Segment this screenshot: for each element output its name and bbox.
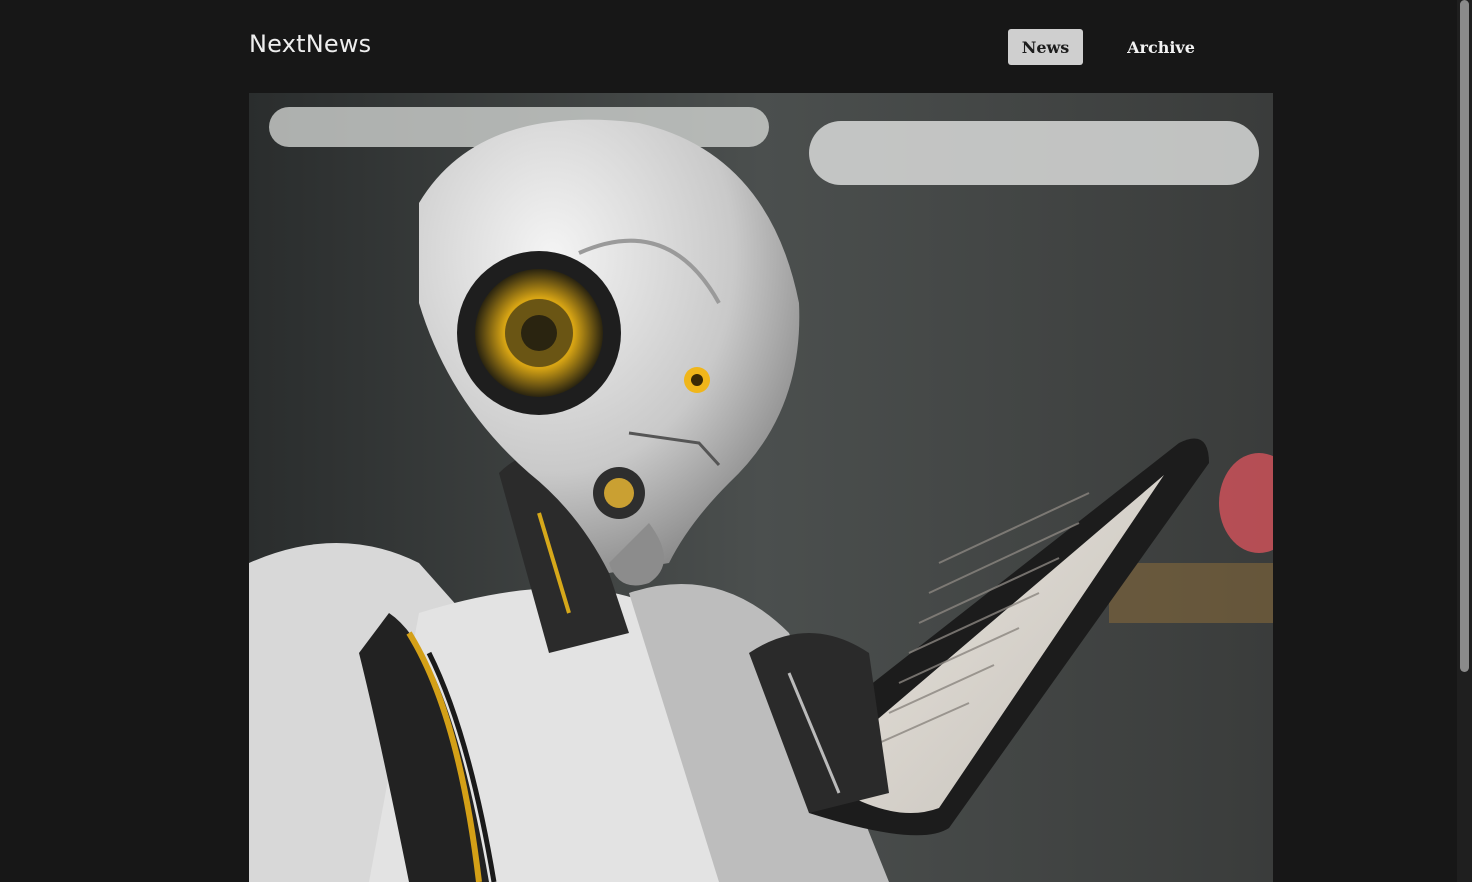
site-logo-text[interactable]: NextNews xyxy=(249,30,371,58)
hero-image xyxy=(249,93,1273,882)
site-header: NextNews News Archive xyxy=(249,0,1273,93)
page: NextNews News Archive xyxy=(0,0,1472,882)
nav-news-button[interactable]: News xyxy=(1008,29,1083,65)
robot-illustration xyxy=(249,93,1273,882)
scrollbar-thumb[interactable] xyxy=(1460,0,1469,672)
page-scrollbar[interactable] xyxy=(1457,0,1472,882)
nav-archive-link[interactable]: Archive xyxy=(1115,29,1207,65)
